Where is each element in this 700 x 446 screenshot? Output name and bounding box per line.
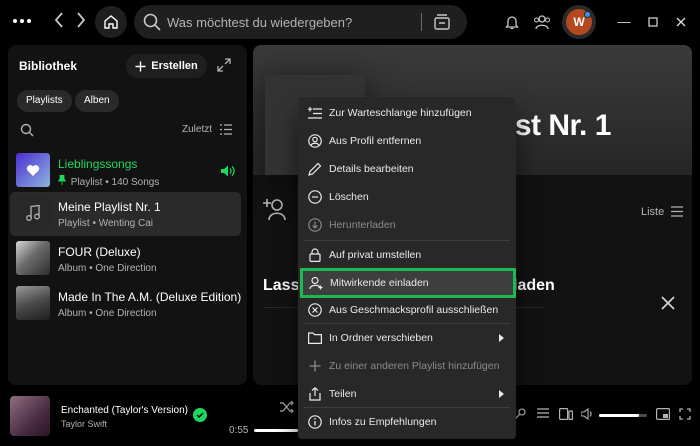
- menu-item-invite-collaborators[interactable]: Mitwirkende einladen: [300, 268, 516, 298]
- user-avatar[interactable]: W: [562, 5, 596, 39]
- menu-separator: [304, 407, 510, 408]
- menu-item-add-to-other-playlist[interactable]: Zu einer anderen Playlist hinzufügen: [302, 353, 512, 379]
- playlist-cover: [16, 196, 50, 230]
- view-mode-label[interactable]: Liste: [641, 206, 664, 218]
- shuffle-icon[interactable]: [280, 401, 294, 413]
- menu-item-delete[interactable]: Löschen: [302, 184, 512, 210]
- browse-icon[interactable]: [433, 13, 451, 31]
- library-item-sub: Playlist • Wenting Cai: [58, 218, 154, 229]
- heart-icon: [26, 164, 40, 176]
- lock-icon: [308, 248, 322, 262]
- search-icon: [143, 13, 161, 31]
- now-playing-artist[interactable]: Taylor Swift: [61, 419, 107, 429]
- minus-circle-icon: [308, 190, 322, 204]
- library-panel: Bibliothek Erstellen Playlists Alben Zul…: [8, 45, 247, 385]
- now-playing-title[interactable]: Enchanted (Taylor's Version): [61, 405, 188, 416]
- library-item-my-playlist[interactable]: Meine Playlist Nr. 1 Playlist • Wenting …: [10, 192, 241, 236]
- menu-item-add-to-queue[interactable]: Zur Warteschlange hinzufügen: [302, 100, 512, 126]
- create-label: Erstellen: [151, 60, 198, 72]
- close-icon[interactable]: [661, 296, 675, 310]
- list-view-icon[interactable]: [220, 124, 232, 135]
- profile-icon: [308, 134, 322, 148]
- menu-separator: [304, 240, 510, 241]
- plus-icon: [308, 359, 322, 373]
- menu-item-make-private[interactable]: Auf privat umstellen: [302, 242, 512, 268]
- library-item-name: Made In The A.M. (Deluxe Edition): [58, 290, 242, 304]
- search-divider: [421, 13, 422, 31]
- library-item-sub: Album • One Direction: [58, 308, 157, 319]
- elapsed-time: 0:55: [229, 425, 249, 436]
- speaker-playing-icon: [221, 165, 235, 177]
- liked-songs-cover: [16, 153, 50, 187]
- submenu-arrow-icon: [499, 334, 504, 342]
- context-menu: Zur Warteschlange hinzufügen Aus Profil …: [298, 97, 516, 439]
- volume-icon[interactable]: [581, 408, 595, 420]
- home-button[interactable]: [95, 6, 127, 38]
- chip-albums[interactable]: Alben: [75, 90, 119, 112]
- menu-item-move-to-folder[interactable]: In Ordner verschieben: [302, 325, 512, 351]
- search-bar[interactable]: Was möchtest du wiedergeben?: [134, 5, 467, 39]
- library-item-sub: Playlist • 140 Songs: [57, 174, 159, 188]
- library-item-name: FOUR (Deluxe): [58, 245, 141, 259]
- library-item-name: Meine Playlist Nr. 1: [58, 200, 161, 214]
- suggestion-heading-left: Lass: [263, 277, 300, 294]
- connect-device-icon[interactable]: [559, 408, 573, 420]
- suggestion-heading-right: laden: [513, 277, 555, 294]
- menu-item-share[interactable]: Teilen: [302, 381, 512, 407]
- menu-separator: [304, 323, 510, 324]
- library-item-name: Lieblingssongs: [58, 157, 138, 171]
- submenu-arrow-icon: [499, 390, 504, 398]
- expand-icon[interactable]: [217, 58, 231, 72]
- invite-user-icon[interactable]: [263, 197, 289, 221]
- album-cover-four: [16, 241, 50, 275]
- share-icon: [308, 387, 322, 401]
- avatar-badge: [584, 11, 591, 18]
- exclude-icon: [308, 303, 322, 317]
- volume-slider[interactable]: [599, 414, 647, 417]
- queue-add-icon: [308, 106, 322, 120]
- search-input[interactable]: Was möchtest du wiedergeben?: [167, 15, 352, 30]
- maximize-icon[interactable]: [643, 12, 663, 32]
- menu-item-recommendation-info[interactable]: Infos zu Empfehlungen: [302, 409, 512, 435]
- list-view-icon[interactable]: [671, 206, 683, 217]
- plus-icon: [135, 61, 146, 71]
- chip-playlists[interactable]: Playlists: [17, 90, 72, 112]
- fullscreen-icon[interactable]: [679, 408, 691, 420]
- forward-arrow-icon[interactable]: [71, 12, 91, 32]
- sort-label[interactable]: Zuletzt: [182, 124, 212, 135]
- folder-icon: [308, 331, 322, 345]
- playback-progress-bar[interactable]: [254, 429, 298, 432]
- minimize-icon[interactable]: —: [614, 12, 634, 32]
- library-item-four[interactable]: FOUR (Deluxe) Album • One Direction: [10, 237, 241, 281]
- pin-icon: [57, 174, 67, 185]
- back-arrow-icon[interactable]: [49, 12, 69, 32]
- library-search-icon[interactable]: [20, 123, 34, 137]
- queue-icon[interactable]: [537, 408, 549, 420]
- pencil-icon: [308, 162, 322, 176]
- added-check-icon[interactable]: [193, 408, 207, 422]
- create-button[interactable]: Erstellen: [126, 54, 207, 78]
- user-add-icon: [309, 276, 323, 290]
- library-item-liked-songs[interactable]: Lieblingssongs Playlist • 140 Songs: [10, 149, 241, 193]
- music-note-icon: [26, 205, 40, 221]
- library-item-sub: Album • One Direction: [58, 263, 157, 274]
- friend-activity-icon[interactable]: [532, 12, 552, 32]
- library-item-made-in-the-am[interactable]: Made In The A.M. (Deluxe Edition) Album …: [10, 282, 241, 326]
- mini-player-icon[interactable]: [656, 408, 670, 420]
- close-window-icon[interactable]: [671, 12, 691, 32]
- notifications-bell-icon[interactable]: [502, 12, 522, 32]
- menu-item-edit-details[interactable]: Details bearbeiten: [302, 156, 512, 182]
- menu-item-exclude-from-taste[interactable]: Aus Geschmacksprofil ausschließen: [302, 297, 512, 323]
- download-icon: [308, 218, 322, 232]
- now-playing-cover[interactable]: [10, 396, 50, 436]
- home-icon: [104, 15, 118, 29]
- menu-dots-icon[interactable]: [13, 14, 35, 28]
- album-cover-made-in-the-am: [16, 286, 50, 320]
- menu-item-download[interactable]: Herunterladen: [302, 212, 512, 238]
- info-icon: [308, 415, 322, 429]
- top-bar: Was möchtest du wiedergeben? W —: [0, 0, 700, 44]
- menu-item-remove-from-profile[interactable]: Aus Profil entfernen: [302, 128, 512, 154]
- library-title[interactable]: Bibliothek: [19, 59, 77, 73]
